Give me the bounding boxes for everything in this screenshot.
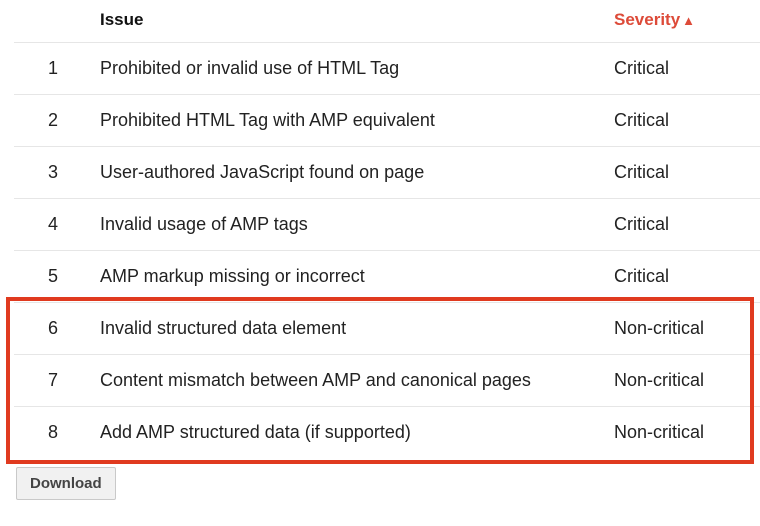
issues-table: Issue Severity▲ 1Prohibited or invalid u… — [14, 6, 760, 458]
row-severity: Non-critical — [606, 355, 760, 407]
download-button[interactable]: Download — [16, 467, 116, 500]
column-header-issue[interactable]: Issue — [92, 6, 606, 43]
row-severity: Non-critical — [606, 407, 760, 459]
row-issue: Prohibited HTML Tag with AMP equivalent — [92, 95, 606, 147]
download-bar: Download — [14, 465, 746, 500]
row-number: 3 — [14, 147, 92, 199]
row-issue: User-authored JavaScript found on page — [92, 147, 606, 199]
row-severity: Critical — [606, 147, 760, 199]
row-issue: AMP markup missing or incorrect — [92, 251, 606, 303]
row-number: 6 — [14, 303, 92, 355]
table-row[interactable]: 8Add AMP structured data (if supported)N… — [14, 407, 760, 459]
table-row[interactable]: 3User-authored JavaScript found on pageC… — [14, 147, 760, 199]
row-severity: Critical — [606, 251, 760, 303]
row-issue: Invalid usage of AMP tags — [92, 199, 606, 251]
row-issue: Invalid structured data element — [92, 303, 606, 355]
row-number: 5 — [14, 251, 92, 303]
table-row[interactable]: 4Invalid usage of AMP tagsCritical — [14, 199, 760, 251]
table-row[interactable]: 7Content mismatch between AMP and canoni… — [14, 355, 760, 407]
row-severity: Critical — [606, 199, 760, 251]
table-row[interactable]: 1Prohibited or invalid use of HTML TagCr… — [14, 43, 760, 95]
table-row[interactable]: 6Invalid structured data elementNon-crit… — [14, 303, 760, 355]
row-severity: Non-critical — [606, 303, 760, 355]
row-number: 2 — [14, 95, 92, 147]
row-issue: Content mismatch between AMP and canonic… — [92, 355, 606, 407]
table-row[interactable]: 5AMP markup missing or incorrectCritical — [14, 251, 760, 303]
row-number: 1 — [14, 43, 92, 95]
row-number: 8 — [14, 407, 92, 459]
row-severity: Critical — [606, 43, 760, 95]
table-header-row: Issue Severity▲ — [14, 6, 760, 43]
column-header-severity-label: Severity — [614, 10, 680, 30]
row-number: 4 — [14, 199, 92, 251]
page: Issue Severity▲ 1Prohibited or invalid u… — [0, 0, 760, 526]
table-row[interactable]: 2Prohibited HTML Tag with AMP equivalent… — [14, 95, 760, 147]
row-issue: Add AMP structured data (if supported) — [92, 407, 606, 459]
row-severity: Critical — [606, 95, 760, 147]
sort-ascending-icon: ▲ — [682, 13, 695, 28]
row-issue: Prohibited or invalid use of HTML Tag — [92, 43, 606, 95]
row-number: 7 — [14, 355, 92, 407]
column-header-number[interactable] — [14, 6, 92, 43]
column-header-severity[interactable]: Severity▲ — [606, 6, 760, 43]
